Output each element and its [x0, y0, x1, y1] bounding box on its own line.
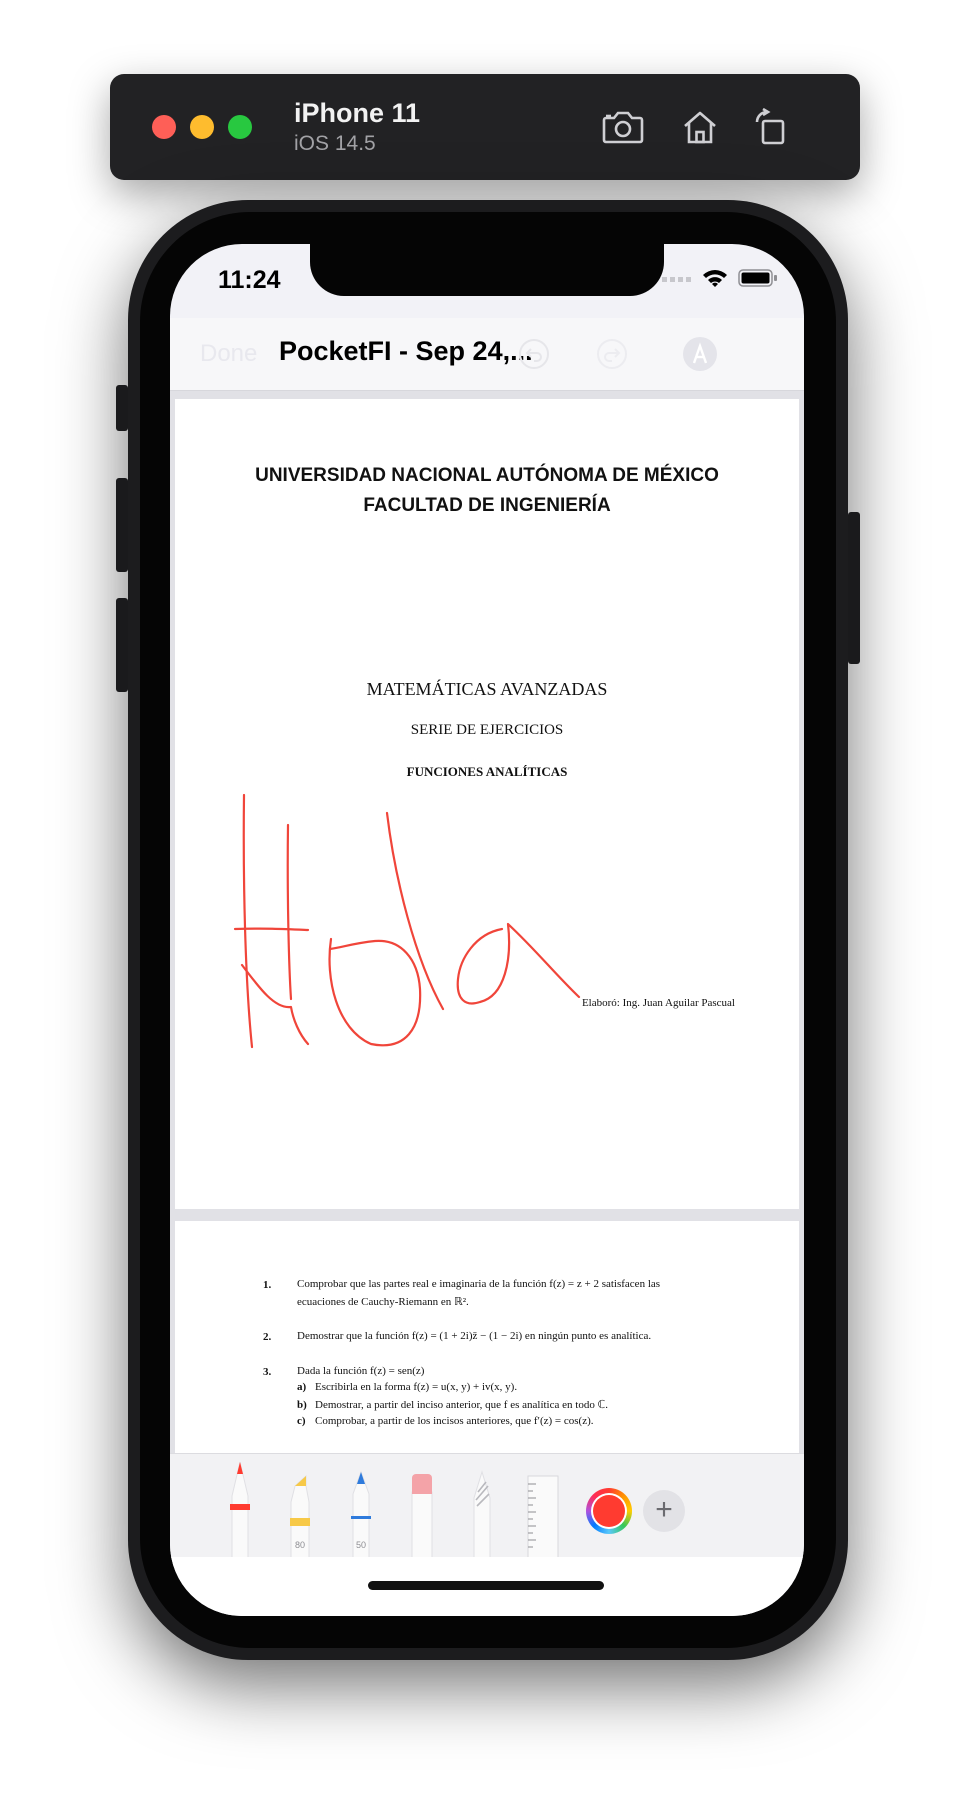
rotate-icon[interactable] — [746, 104, 796, 150]
simulator-title-bar: iPhone 11 iOS 14.5 — [110, 74, 860, 180]
navigation-bar: Done PocketFI - Sep 24,... — [170, 318, 804, 391]
battery-icon — [738, 269, 777, 287]
selected-color-swatch[interactable] — [593, 1495, 625, 1527]
home-indicator-area — [170, 1557, 804, 1616]
pencil-tool[interactable]: 50 — [347, 1454, 375, 1559]
pdf-page-2: 1. Comprobar que las partes real e imagi… — [175, 1221, 799, 1453]
home-indicator[interactable] — [368, 1581, 604, 1590]
home-icon[interactable] — [675, 104, 725, 150]
pdf-scroll-area[interactable]: UNIVERSIDAD NACIONAL AUTÓNOMA DE MÉXICO … — [170, 391, 804, 1453]
status-icons — [662, 268, 778, 288]
zoom-window-button[interactable] — [228, 115, 252, 139]
markup-toolbar: 80 50 + — [170, 1453, 804, 1559]
mute-switch — [116, 385, 128, 431]
volume-up-button — [116, 478, 128, 572]
exercise-text: Comprobar que las partes real e imaginar… — [297, 1278, 661, 1290]
pdf-page-1: UNIVERSIDAD NACIONAL AUTÓNOMA DE MÉXICO … — [175, 399, 799, 1209]
wifi-icon — [703, 270, 727, 287]
close-window-button[interactable] — [152, 115, 176, 139]
pencil-width: 50 — [355, 1540, 366, 1550]
exercise-text: Demostrar que la función f(z) = (1 + 2i)… — [297, 1330, 652, 1342]
done-button[interactable]: Done — [200, 340, 257, 368]
eraser-tool[interactable] — [408, 1454, 436, 1559]
handwriting-annotation — [233, 793, 581, 1049]
exercise-number: 3. — [263, 1366, 272, 1378]
highlighter-width: 80 — [294, 1540, 305, 1550]
exercise-number: 2. — [263, 1331, 272, 1343]
status-time: 11:24 — [218, 266, 281, 294]
document-title: PocketFI - Sep 24,... — [279, 336, 533, 366]
pen-tool[interactable] — [226, 1454, 254, 1559]
add-tool-button[interactable]: + — [643, 1490, 685, 1532]
os-version: iOS 14.5 — [294, 132, 376, 155]
phone-screen: 11:24 Done PocketFI - Sep 24,... UNIVERS… — [170, 244, 804, 1616]
lasso-tool[interactable] — [468, 1454, 496, 1559]
exercise-subitem: c) Comprobar, a partir de los incisos ant… — [297, 1415, 594, 1427]
highlighter-tool[interactable]: 80 — [286, 1454, 314, 1559]
ruler-tool[interactable] — [526, 1454, 560, 1559]
exercise-subitem: a) Escribirla en la forma f(z) = u(x, y) … — [297, 1381, 518, 1393]
notch — [310, 244, 664, 296]
exercise-subitem: b) Demostrar, a partir del inciso anterio… — [297, 1399, 608, 1411]
volume-down-button — [116, 598, 128, 692]
cellular-signal-icon — [662, 277, 691, 282]
exercise-text: Dada la función f(z) = sen(z) — [297, 1365, 425, 1377]
exercise-number: 1. — [263, 1279, 272, 1291]
redo-icon[interactable] — [592, 334, 632, 374]
minimize-window-button[interactable] — [190, 115, 214, 139]
exercise-text-continued: ecuaciones de Cauchy-Riemann en ℝ². — [297, 1296, 469, 1308]
power-button — [848, 512, 860, 664]
device-name: iPhone 11 — [294, 98, 421, 128]
markup-icon[interactable] — [680, 334, 720, 374]
undo-icon[interactable] — [514, 334, 554, 374]
screenshot-icon[interactable] — [598, 104, 648, 150]
